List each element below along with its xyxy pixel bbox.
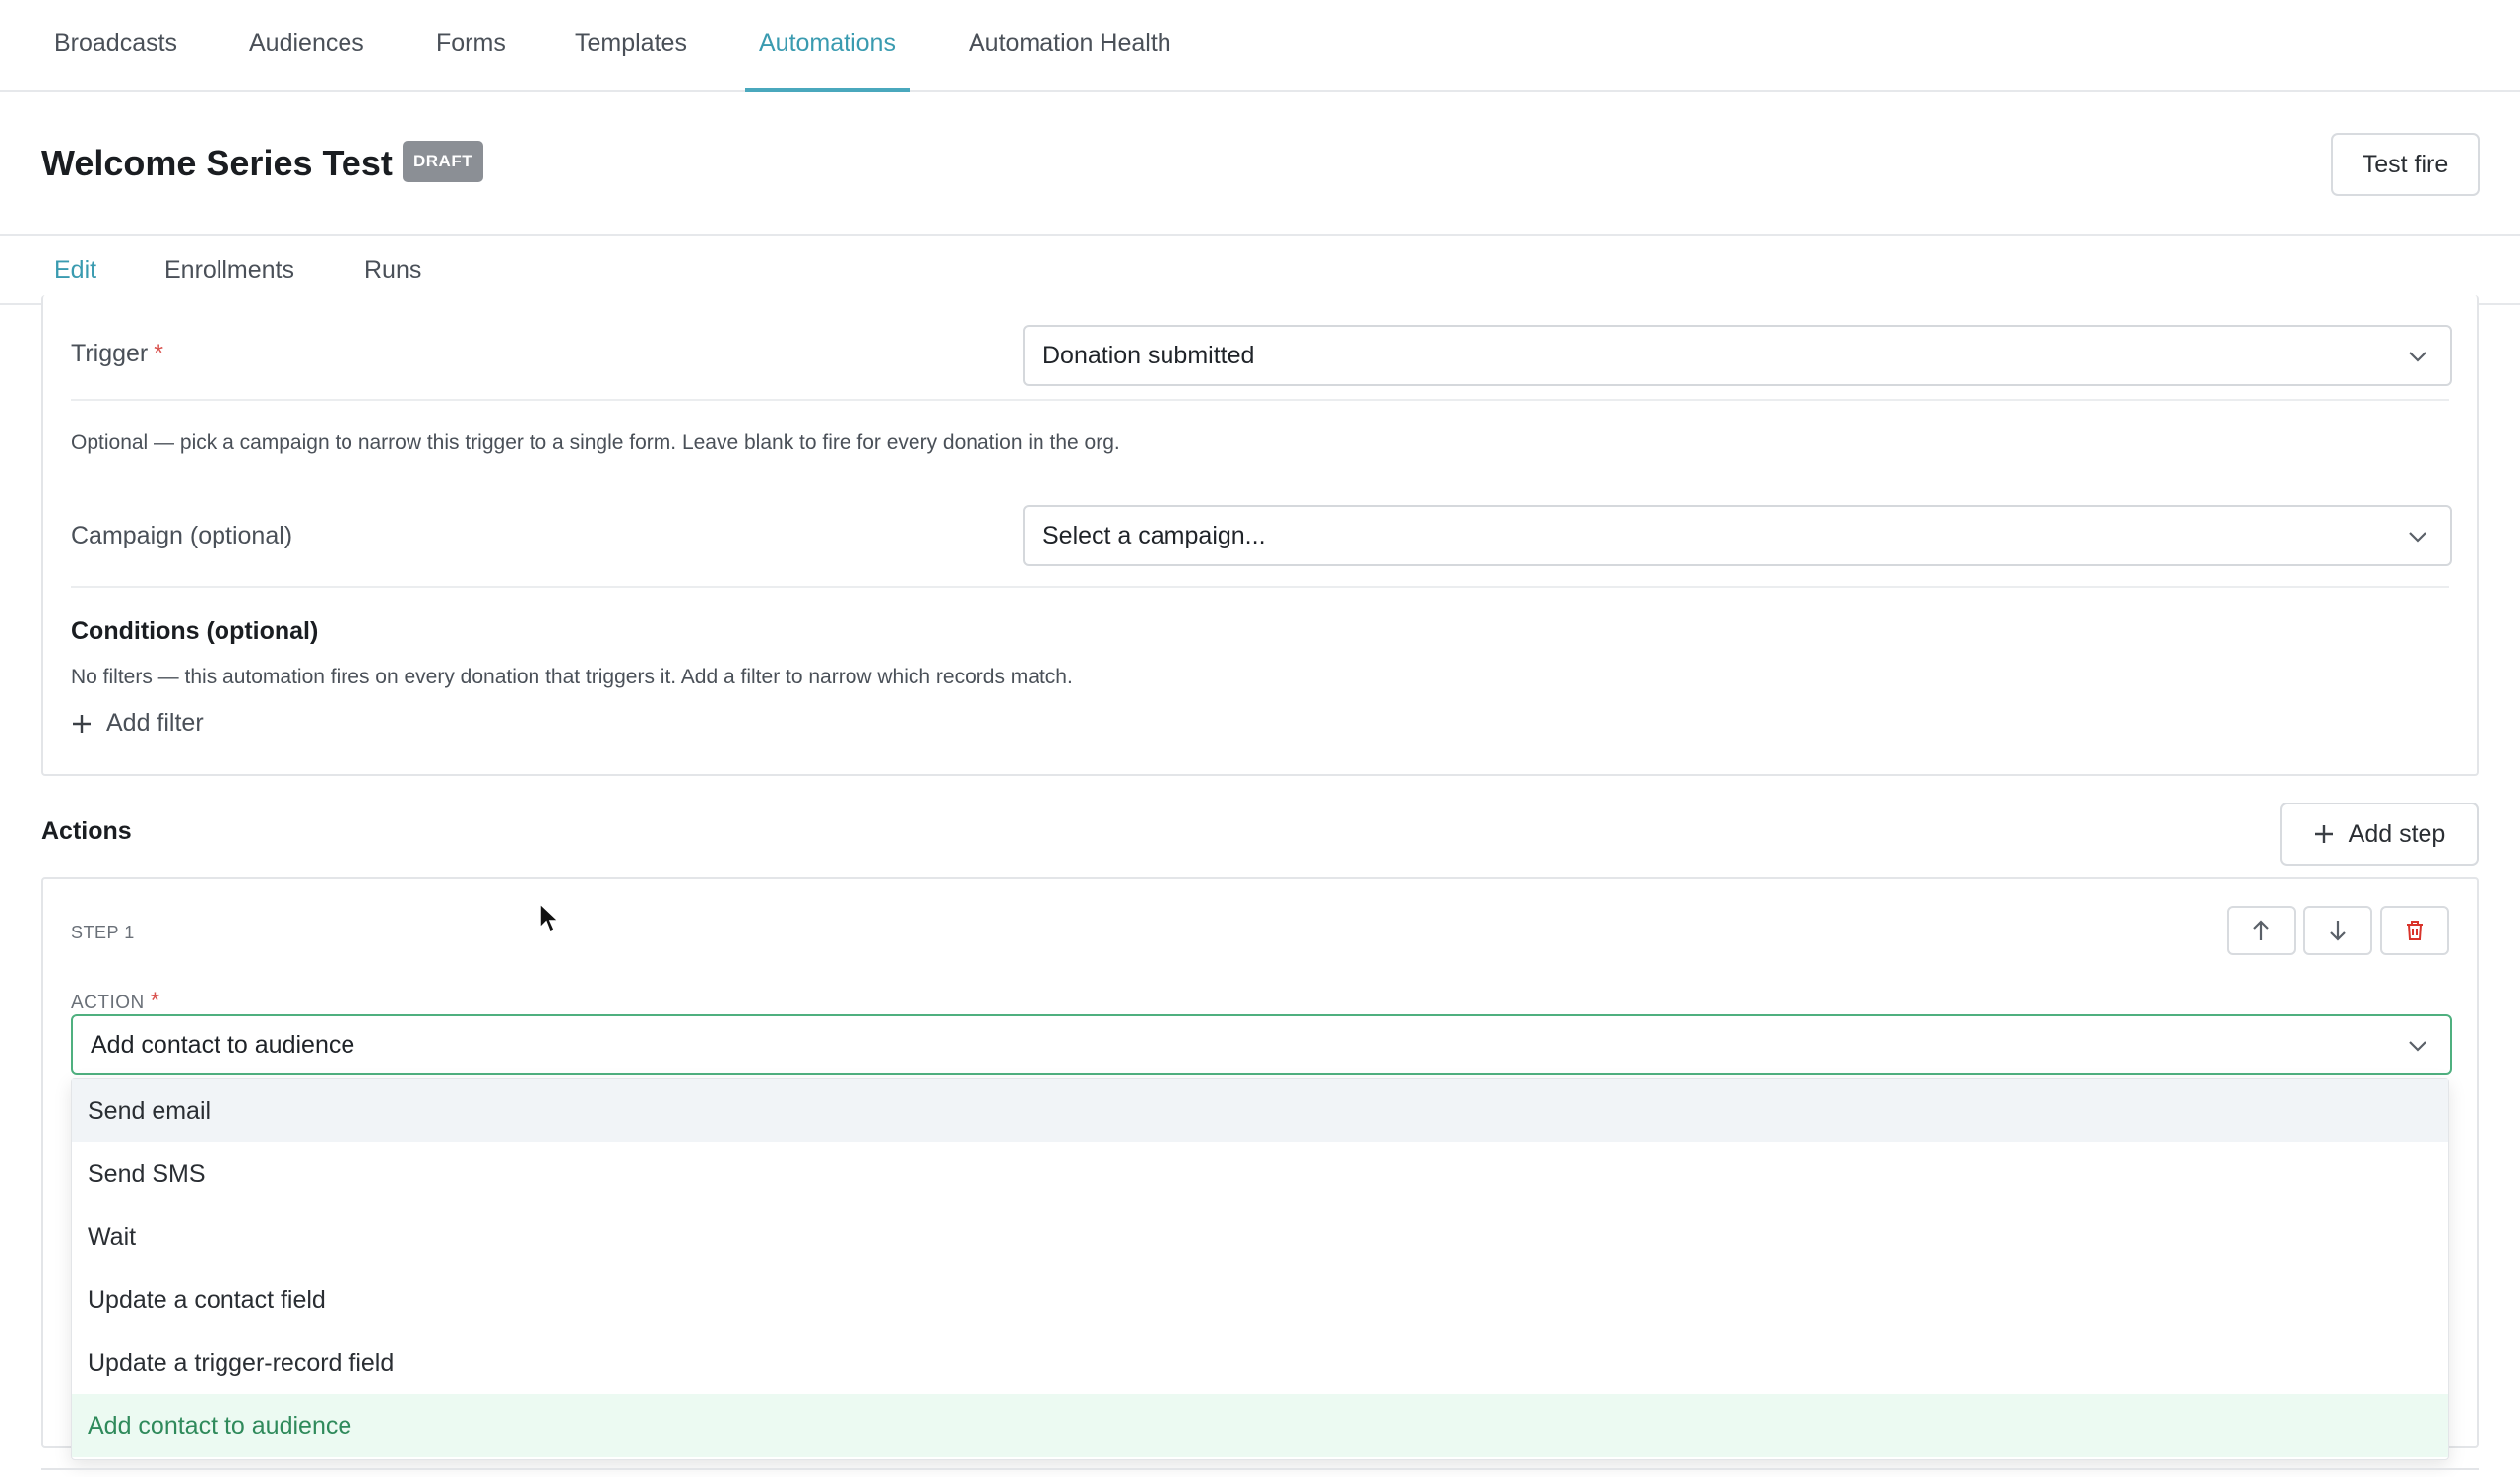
add-step-label: Add step xyxy=(2348,819,2446,848)
divider xyxy=(71,586,2449,588)
campaign-label: Campaign (optional) xyxy=(71,522,293,549)
add-filter-label: Add filter xyxy=(106,709,204,737)
campaign-select-placeholder: Select a campaign... xyxy=(1042,522,1266,549)
add-filter-button[interactable]: Add filter xyxy=(71,709,204,738)
option-wait[interactable]: Wait xyxy=(72,1205,2448,1268)
plus-icon xyxy=(73,714,91,733)
action-label: ACTION * xyxy=(71,988,160,1015)
chevron-down-icon xyxy=(2409,352,2426,362)
action-dropdown-menu: Send email Send SMS Wait Update a contac… xyxy=(71,1078,2449,1460)
actions-title: Actions xyxy=(41,817,132,845)
trigger-card: Trigger * Donation submitted Optional — p… xyxy=(41,295,2479,776)
campaign-help-text: Optional — pick a campaign to narrow thi… xyxy=(71,431,1120,454)
chevron-down-icon xyxy=(2409,1041,2426,1052)
trigger-select[interactable]: Donation submitted xyxy=(1023,325,2452,386)
status-badge: DRAFT xyxy=(403,141,484,182)
conditions-title: Conditions (optional) xyxy=(71,617,319,645)
nav-tab-forms[interactable]: Forms xyxy=(436,0,506,92)
action-label-text: ACTION xyxy=(71,993,145,1013)
divider xyxy=(71,399,2449,401)
page-title: Welcome Series Test xyxy=(41,143,393,183)
nav-tab-automation-health[interactable]: Automation Health xyxy=(969,0,1171,92)
action-select-value: Add contact to audience xyxy=(91,1031,355,1059)
page-header: Welcome Series Test DRAFT Test fire xyxy=(0,94,2520,236)
step-label: STEP 1 xyxy=(71,923,135,942)
chevron-down-icon xyxy=(2409,532,2426,543)
conditions-help-text: No filters — this automation fires on ev… xyxy=(71,666,1073,688)
option-add-contact-to-audience[interactable]: Add contact to audience xyxy=(72,1394,2448,1457)
trigger-label: Trigger * xyxy=(71,340,163,368)
nav-tab-automations[interactable]: Automations xyxy=(745,0,910,92)
trash-icon xyxy=(2407,921,2423,940)
top-nav: Broadcasts Audiences Forms Templates Aut… xyxy=(0,0,2520,92)
required-mark: * xyxy=(154,340,163,367)
test-fire-button[interactable]: Test fire xyxy=(2331,133,2480,196)
arrow-down-icon xyxy=(2330,921,2346,941)
plus-icon xyxy=(2314,825,2333,843)
divider xyxy=(41,1468,2479,1470)
delete-step-button[interactable] xyxy=(2380,906,2449,955)
nav-tab-templates[interactable]: Templates xyxy=(575,0,687,92)
option-send-email[interactable]: Send email xyxy=(72,1079,2448,1142)
option-send-sms[interactable]: Send SMS xyxy=(72,1142,2448,1205)
option-update-contact-field[interactable]: Update a contact field xyxy=(72,1268,2448,1331)
nav-tab-broadcasts[interactable]: Broadcasts xyxy=(54,0,177,92)
trigger-label-text: Trigger xyxy=(71,340,149,367)
option-update-trigger-record-field[interactable]: Update a trigger-record field xyxy=(72,1331,2448,1394)
required-mark: * xyxy=(150,988,160,1014)
campaign-select[interactable]: Select a campaign... xyxy=(1023,505,2452,566)
move-down-button[interactable] xyxy=(2303,906,2372,955)
mouse-cursor-icon xyxy=(539,903,560,933)
action-select[interactable]: Add contact to audience xyxy=(71,1014,2452,1075)
move-up-button[interactable] xyxy=(2227,906,2296,955)
arrow-up-icon xyxy=(2253,920,2269,940)
nav-tab-audiences[interactable]: Audiences xyxy=(249,0,364,92)
add-step-button[interactable]: Add step xyxy=(2280,803,2479,866)
trigger-select-value: Donation submitted xyxy=(1042,342,1255,369)
